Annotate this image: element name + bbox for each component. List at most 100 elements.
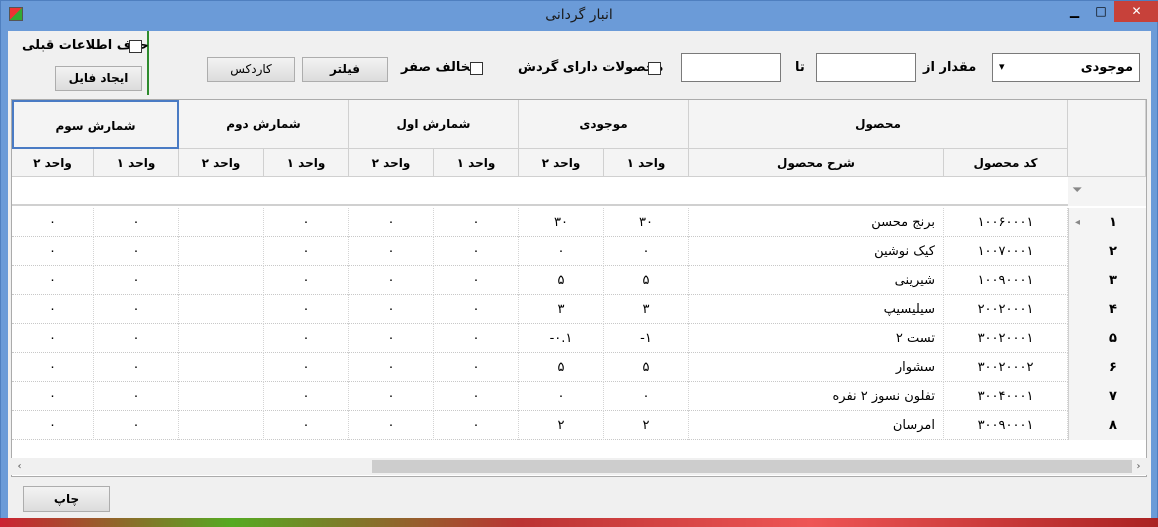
row-header[interactable]: ◂ ۱ <box>1068 208 1146 237</box>
cell-c3-unit2[interactable]: ۰ <box>12 266 94 295</box>
col-c2-unit2[interactable]: واحد ۲ <box>179 149 264 177</box>
col-c3-unit2[interactable]: واحد ۲ <box>12 149 94 177</box>
cell-desc[interactable]: سیلیسیپ <box>689 295 944 324</box>
row-header[interactable]: ۴ <box>1068 295 1146 324</box>
cell-code[interactable]: ۳۰۰۹۰۰۰۱ <box>944 411 1068 440</box>
cell-c2-unit2[interactable] <box>179 353 264 382</box>
cell-code[interactable]: ۳۰۰۲۰۰۰۲ <box>944 353 1068 382</box>
group-header-product[interactable]: محصول <box>689 100 1068 149</box>
cell-c3-unit2[interactable]: ۰ <box>12 353 94 382</box>
row-header[interactable]: ۶ <box>1068 353 1146 382</box>
cell-code[interactable]: ۳۰۰۴۰۰۰۱ <box>944 382 1068 411</box>
create-file-button[interactable]: ایجاد فایل <box>55 66 142 91</box>
table-row[interactable]: ۶ ۳۰۰۲۰۰۰۲ سشوار ۵ ۵ ۰ ۰ ۰ ۰ ۰ <box>12 353 1146 382</box>
cell-inv-unit2[interactable]: ۰ <box>519 237 604 266</box>
cell-c1-unit2[interactable]: ۰ <box>349 237 434 266</box>
cell-c1-unit2[interactable]: ۰ <box>349 295 434 324</box>
cell-desc[interactable]: تفلون نسوز ۲ نفره <box>689 382 944 411</box>
group-header-inventory[interactable]: موجودی <box>519 100 689 149</box>
minimize-button[interactable]: ▁ <box>1061 1 1088 22</box>
cell-c1-unit2[interactable]: ۰ <box>349 324 434 353</box>
cell-c3-unit1[interactable]: ۰ <box>94 324 179 353</box>
cell-inv-unit1[interactable]: ۵ <box>604 266 689 295</box>
cell-c2-unit1[interactable]: ۰ <box>264 411 349 440</box>
cell-c3-unit1[interactable]: ۰ <box>94 208 179 237</box>
horizontal-scrollbar[interactable]: ‹ › <box>11 458 1147 475</box>
inventory-combo[interactable]: ▾ موجودی <box>992 53 1140 82</box>
cell-code[interactable]: ۳۰۰۲۰۰۰۱ <box>944 324 1068 353</box>
row-header[interactable]: ۲ <box>1068 237 1146 266</box>
cell-c1-unit2[interactable]: ۰ <box>349 382 434 411</box>
cell-c1-unit2[interactable]: ۰ <box>349 411 434 440</box>
row-header[interactable]: ۸ <box>1068 411 1146 440</box>
cell-c2-unit2[interactable] <box>179 411 264 440</box>
cell-c1-unit2[interactable]: ۰ <box>349 208 434 237</box>
cell-c1-unit1[interactable]: ۰ <box>434 266 519 295</box>
table-row[interactable]: ۳ ۱۰۰۹۰۰۰۱ شیرینی ۵ ۵ ۰ ۰ ۰ ۰ ۰ <box>12 266 1146 295</box>
cell-inv-unit2[interactable]: ۳۰ <box>519 208 604 237</box>
cell-c2-unit2[interactable] <box>179 295 264 324</box>
scroll-right-icon[interactable]: › <box>1130 458 1147 475</box>
cell-inv-unit2[interactable]: ۲ <box>519 411 604 440</box>
print-button[interactable]: چاپ <box>23 486 110 512</box>
cell-c1-unit1[interactable]: ۰ <box>434 208 519 237</box>
filter-row[interactable]: ⏷ <box>12 177 1146 206</box>
cell-c2-unit1[interactable]: ۰ <box>264 353 349 382</box>
cell-c3-unit1[interactable]: ۰ <box>94 266 179 295</box>
cell-inv-unit1[interactable]: ۳۰ <box>604 208 689 237</box>
cell-c3-unit2[interactable]: ۰ <box>12 411 94 440</box>
cell-c3-unit1[interactable]: ۰ <box>94 295 179 324</box>
title-bar[interactable]: انبار گردانی ▁ □ ✕ <box>1 1 1158 31</box>
cell-c3-unit1[interactable]: ۰ <box>94 237 179 266</box>
cell-c2-unit1[interactable]: ۰ <box>264 295 349 324</box>
row-header[interactable]: ۳ <box>1068 266 1146 295</box>
cell-c3-unit1[interactable]: ۰ <box>94 382 179 411</box>
table-row[interactable]: ◂ ۱ ۱۰۰۶۰۰۰۱ برنج محسن ۳۰ ۳۰ ۰ ۰ ۰ ۰ ۰ <box>12 208 1146 237</box>
nonzero-checkbox[interactable] <box>470 62 483 75</box>
table-row[interactable]: ۲ ۱۰۰۷۰۰۰۱ کیک نوشین ۰ ۰ ۰ ۰ ۰ ۰ ۰ <box>12 237 1146 266</box>
cell-c1-unit1[interactable]: ۰ <box>434 411 519 440</box>
cell-desc[interactable]: کیک نوشین <box>689 237 944 266</box>
cell-c2-unit1[interactable]: ۰ <box>264 208 349 237</box>
cell-c2-unit2[interactable] <box>179 324 264 353</box>
col-c2-unit1[interactable]: واحد ۱ <box>264 149 349 177</box>
cell-c1-unit1[interactable]: ۰ <box>434 324 519 353</box>
close-button[interactable]: ✕ <box>1114 1 1158 22</box>
cell-c2-unit2[interactable] <box>179 208 264 237</box>
cell-desc[interactable]: تست ۲ <box>689 324 944 353</box>
cell-inv-unit2[interactable]: ۵ <box>519 353 604 382</box>
col-inv-unit1[interactable]: واحد ۱ <box>604 149 689 177</box>
cell-c2-unit1[interactable]: ۰ <box>264 237 349 266</box>
cell-code[interactable]: ۱۰۰۷۰۰۰۱ <box>944 237 1068 266</box>
delete-prev-checkbox[interactable] <box>129 40 142 53</box>
cell-inv-unit1[interactable]: ۰ <box>604 382 689 411</box>
cell-c1-unit1[interactable]: ۰ <box>434 237 519 266</box>
kardex-button[interactable]: کاردکس <box>207 57 295 82</box>
col-c3-unit1[interactable]: واحد ۱ <box>94 149 179 177</box>
table-row[interactable]: ۵ ۳۰۰۲۰۰۰۱ تست ۲ -۱ -۰.۱ ۰ ۰ ۰ ۰ ۰ <box>12 324 1146 353</box>
cell-inv-unit1[interactable]: ۳ <box>604 295 689 324</box>
cell-code[interactable]: ۲۰۰۲۰۰۰۱ <box>944 295 1068 324</box>
to-amount-input[interactable] <box>681 53 781 82</box>
cell-c3-unit2[interactable]: ۰ <box>12 324 94 353</box>
group-header-count3[interactable]: شمارش سوم <box>12 100 179 149</box>
cell-c2-unit1[interactable]: ۰ <box>264 382 349 411</box>
table-row[interactable]: ۴ ۲۰۰۲۰۰۰۱ سیلیسیپ ۳ ۳ ۰ ۰ ۰ ۰ ۰ <box>12 295 1146 324</box>
cell-c2-unit2[interactable] <box>179 237 264 266</box>
group-header-count2[interactable]: شمارش دوم <box>179 100 349 149</box>
cell-c1-unit1[interactable]: ۰ <box>434 353 519 382</box>
circulating-checkbox[interactable] <box>648 62 661 75</box>
cell-c3-unit2[interactable]: ۰ <box>12 295 94 324</box>
cell-inv-unit2[interactable]: ۳ <box>519 295 604 324</box>
cell-c2-unit1[interactable]: ۰ <box>264 324 349 353</box>
cell-inv-unit1[interactable]: ۰ <box>604 237 689 266</box>
cell-inv-unit1[interactable]: ۵ <box>604 353 689 382</box>
table-row[interactable]: ۷ ۳۰۰۴۰۰۰۱ تفلون نسوز ۲ نفره ۰ ۰ ۰ ۰ ۰ ۰ ۰ <box>12 382 1146 411</box>
row-header[interactable]: ۷ <box>1068 382 1146 411</box>
cell-code[interactable]: ۱۰۰۶۰۰۰۱ <box>944 208 1068 237</box>
row-header[interactable]: ۵ <box>1068 324 1146 353</box>
from-amount-input[interactable] <box>816 53 916 82</box>
cell-c1-unit2[interactable]: ۰ <box>349 266 434 295</box>
cell-inv-unit1[interactable]: -۱ <box>604 324 689 353</box>
cell-desc[interactable]: سشوار <box>689 353 944 382</box>
